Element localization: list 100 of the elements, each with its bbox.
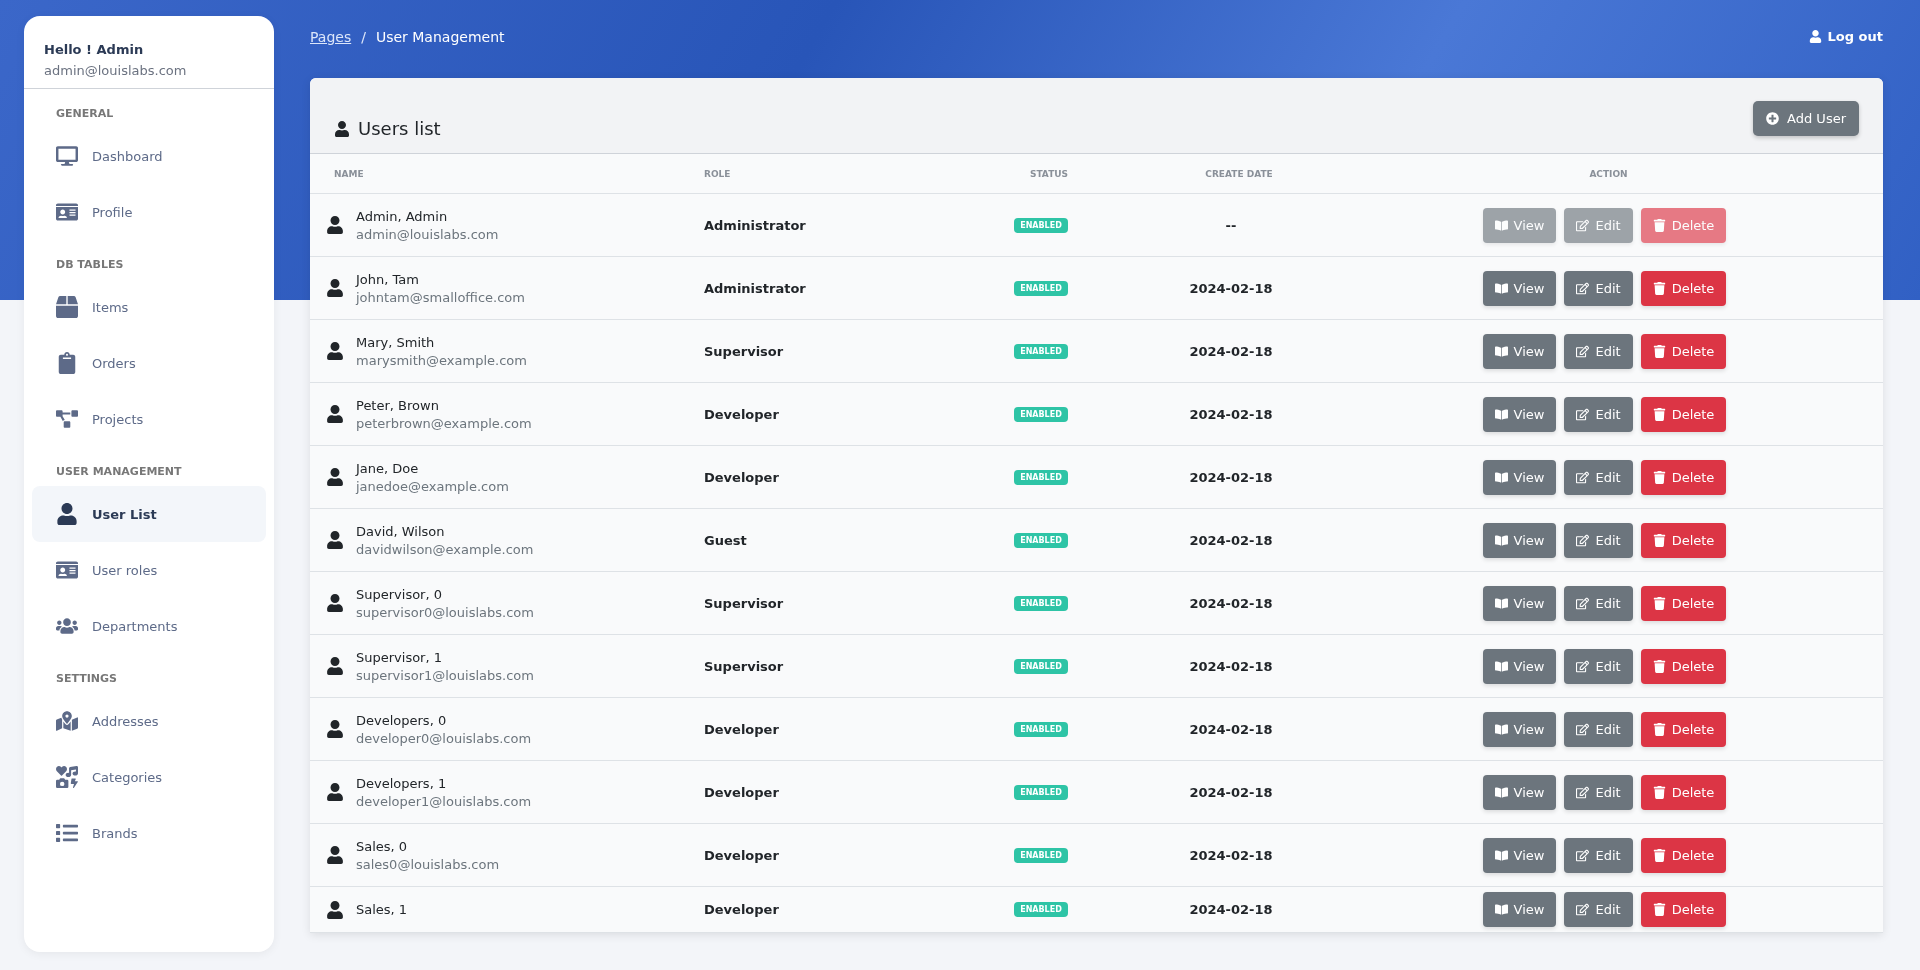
- person-icon: [326, 900, 344, 919]
- book-icon: [1494, 903, 1508, 916]
- book-icon: [1494, 281, 1508, 295]
- add-user-button[interactable]: Add User: [1753, 101, 1859, 136]
- sidebar-item[interactable]: Dashboard: [32, 128, 266, 184]
- role-cell-text: Developer: [703, 469, 780, 485]
- edit-button[interactable]: Edit: [1564, 585, 1633, 621]
- edit-icon: [1576, 659, 1590, 673]
- book-icon: [1494, 533, 1508, 547]
- delete-button[interactable]: Delete: [1640, 396, 1727, 432]
- column-header: CREATE DATE: [1204, 168, 1274, 179]
- delete-button[interactable]: Delete: [1640, 270, 1727, 306]
- person-icon: [326, 657, 344, 675]
- trash-icon: [1652, 596, 1666, 610]
- trash-icon: [1652, 903, 1666, 916]
- sidebar-item[interactable]: Items: [32, 279, 266, 335]
- view-button[interactable]: View: [1482, 648, 1557, 684]
- status-badge: ENABLED: [1014, 406, 1068, 422]
- user-email: admin@louislabs.com: [44, 63, 188, 78]
- book-icon: [1494, 407, 1508, 421]
- person-icon: [326, 342, 344, 360]
- date-cell: --: [1225, 217, 1237, 233]
- clipboard-icon: [56, 352, 78, 374]
- edit-icon: [1576, 344, 1590, 358]
- user-email: peterbrown@example.com: [356, 415, 532, 431]
- user-name: Supervisor, 1: [356, 649, 443, 665]
- column-header: STATUS: [1028, 168, 1070, 179]
- delete-button[interactable]: Delete: [1640, 648, 1727, 684]
- trash-icon: [1652, 470, 1666, 484]
- delete-button[interactable]: Delete: [1640, 522, 1727, 558]
- date-cell: 2024-02-18: [1189, 469, 1273, 485]
- edit-icon: [1576, 218, 1590, 232]
- logout-link[interactable]: Log out: [1808, 29, 1883, 44]
- view-button[interactable]: View: [1482, 892, 1557, 927]
- delete-button[interactable]: Delete: [1640, 774, 1727, 810]
- edit-button[interactable]: Edit: [1564, 522, 1633, 558]
- role-cell-text: Administrator: [703, 217, 807, 233]
- user-name: John, Tam: [356, 271, 420, 287]
- person-icon: [326, 594, 344, 612]
- person-icon: [326, 468, 344, 486]
- sidebar-item[interactable]: Brands: [32, 805, 266, 861]
- sidebar-item[interactable]: User List: [32, 486, 266, 542]
- view-button[interactable]: View: [1482, 396, 1557, 432]
- user-email: sales0@louislabs.com: [356, 856, 500, 872]
- section-title: USER MANAGEMENT: [55, 464, 183, 480]
- greeting: Hello ! Admin: [44, 42, 145, 57]
- section-title: DB TABLES: [55, 257, 125, 273]
- sidebar-item[interactable]: Addresses: [32, 693, 266, 749]
- role-cell-text: Developer: [703, 784, 780, 800]
- view-button[interactable]: View: [1482, 333, 1557, 369]
- status-badge: ENABLED: [1014, 784, 1068, 800]
- view-button[interactable]: View: [1482, 522, 1557, 558]
- edit-button[interactable]: Edit: [1564, 270, 1633, 306]
- section-title: SETTINGS: [55, 671, 118, 687]
- person-icon: [326, 783, 344, 801]
- view-button[interactable]: View: [1482, 459, 1557, 495]
- breadcrumb-link[interactable]: Pages: [310, 29, 352, 45]
- view-button[interactable]: View: [1482, 837, 1557, 873]
- date-cell: 2024-02-18: [1189, 847, 1273, 863]
- status-badge: ENABLED: [1014, 595, 1068, 611]
- date-cell: 2024-02-18: [1189, 343, 1273, 359]
- delete-button[interactable]: Delete: [1640, 585, 1727, 621]
- role-cell-text: Administrator: [703, 280, 807, 296]
- user-name: Supervisor, 0: [356, 586, 443, 602]
- delete-button[interactable]: Delete: [1640, 711, 1727, 747]
- date-cell: 2024-02-18: [1189, 902, 1273, 917]
- sidebar-item[interactable]: Profile: [32, 184, 266, 240]
- user-email: supervisor0@louislabs.com: [356, 604, 534, 620]
- edit-button[interactable]: Edit: [1564, 892, 1633, 927]
- delete-button[interactable]: Delete: [1640, 892, 1727, 927]
- delete-button[interactable]: Delete: [1640, 837, 1727, 873]
- edit-button[interactable]: Edit: [1564, 648, 1633, 684]
- person-icon: [326, 720, 344, 738]
- card-title: Users list: [334, 118, 441, 139]
- edit-button[interactable]: Edit: [1564, 711, 1633, 747]
- delete-button[interactable]: Delete: [1640, 333, 1727, 369]
- view-button[interactable]: View: [1482, 585, 1557, 621]
- edit-button[interactable]: Edit: [1564, 837, 1633, 873]
- user-email: developer1@louislabs.com: [356, 793, 532, 809]
- user-email: johntam@smalloffice.com: [356, 289, 525, 305]
- date-cell: 2024-02-18: [1189, 721, 1273, 737]
- edit-button[interactable]: Edit: [1564, 459, 1633, 495]
- edit-icon: [1576, 407, 1590, 421]
- sidebar-item[interactable]: Orders: [32, 335, 266, 391]
- book-icon: [1494, 848, 1508, 862]
- edit-button[interactable]: Edit: [1564, 396, 1633, 432]
- edit-button[interactable]: Edit: [1564, 774, 1633, 810]
- sidebar-item[interactable]: Categories: [32, 749, 266, 805]
- view-button[interactable]: View: [1482, 774, 1557, 810]
- sidebar-item[interactable]: User roles: [32, 542, 266, 598]
- section-title: GENERAL: [55, 106, 115, 122]
- sidebar-item[interactable]: Departments: [32, 598, 266, 654]
- trash-icon: [1652, 785, 1666, 799]
- view-button[interactable]: View: [1482, 711, 1557, 747]
- edit-button[interactable]: Edit: [1564, 333, 1633, 369]
- sidebar-item[interactable]: Projects: [32, 391, 266, 447]
- delete-button[interactable]: Delete: [1640, 459, 1727, 495]
- user-name: Sales, 1: [356, 902, 408, 917]
- box-icon: [56, 296, 78, 318]
- view-button[interactable]: View: [1482, 270, 1557, 306]
